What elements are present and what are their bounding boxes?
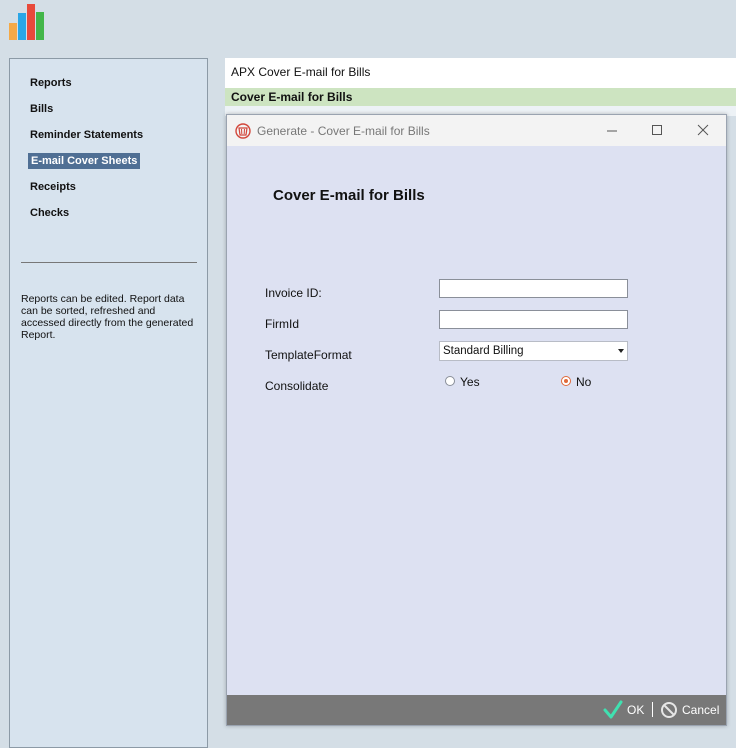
close-button[interactable]: [689, 119, 719, 141]
dialog-window-title: Generate - Cover E-mail for Bills: [257, 124, 430, 138]
template-format-select[interactable]: Standard Billing: [439, 341, 628, 361]
invoice-id-input[interactable]: [439, 279, 628, 298]
page-title: APX Cover E-mail for Bills: [225, 58, 736, 88]
sidebar-item-bills[interactable]: Bills: [30, 101, 53, 117]
sidebar-description: Reports can be edited. Report data can b…: [21, 293, 201, 341]
invoice-id-label: Invoice ID:: [265, 286, 322, 300]
minimize-button[interactable]: [598, 119, 628, 141]
consolidate-no-label: No: [576, 375, 591, 389]
firm-id-label: FirmId: [265, 317, 299, 331]
maximize-button[interactable]: [643, 119, 673, 141]
dialog-titlebar[interactable]: Generate - Cover E-mail for Bills: [227, 115, 726, 146]
dialog-heading: Cover E-mail for Bills: [273, 187, 425, 204]
chevron-down-icon[interactable]: [618, 349, 624, 353]
minimize-icon: [606, 124, 618, 136]
dialog-footer: OK Cancel: [227, 695, 726, 725]
consolidate-label: Consolidate: [265, 379, 328, 393]
radio-checked-icon: [561, 376, 571, 386]
cancel-button[interactable]: Cancel: [659, 700, 725, 720]
page-subtitle: Cover E-mail for Bills: [225, 88, 736, 106]
consolidate-yes-label: Yes: [460, 375, 480, 389]
sidebar-item-receipts[interactable]: Receipts: [30, 179, 76, 195]
template-format-value: Standard Billing: [443, 345, 524, 357]
footer-divider: [652, 702, 653, 717]
checkmark-icon: [603, 700, 623, 720]
sidebar: Reports Bills Reminder Statements E-mail…: [9, 58, 208, 748]
radio-circle-icon: [445, 376, 455, 386]
close-icon: [697, 124, 709, 136]
sidebar-item-email-cover-sheets[interactable]: E-mail Cover Sheets: [28, 153, 140, 169]
ok-label: OK: [627, 703, 644, 717]
dialog-app-icon: [235, 123, 251, 139]
app-logo-icon: [8, 4, 48, 40]
cancel-label: Cancel: [682, 703, 719, 717]
template-format-label: TemplateFormat: [265, 348, 352, 362]
firm-id-input[interactable]: [439, 310, 628, 329]
maximize-icon: [651, 124, 663, 136]
ok-button[interactable]: OK: [603, 700, 623, 720]
cancel-icon: [660, 701, 678, 719]
sidebar-item-checks[interactable]: Checks: [30, 205, 69, 221]
sidebar-divider: [21, 262, 197, 263]
sidebar-item-reports[interactable]: Reports: [30, 75, 72, 91]
sidebar-item-reminder-statements[interactable]: Reminder Statements: [30, 127, 143, 143]
generate-dialog: Generate - Cover E-mail for Bills Cover …: [226, 114, 727, 726]
